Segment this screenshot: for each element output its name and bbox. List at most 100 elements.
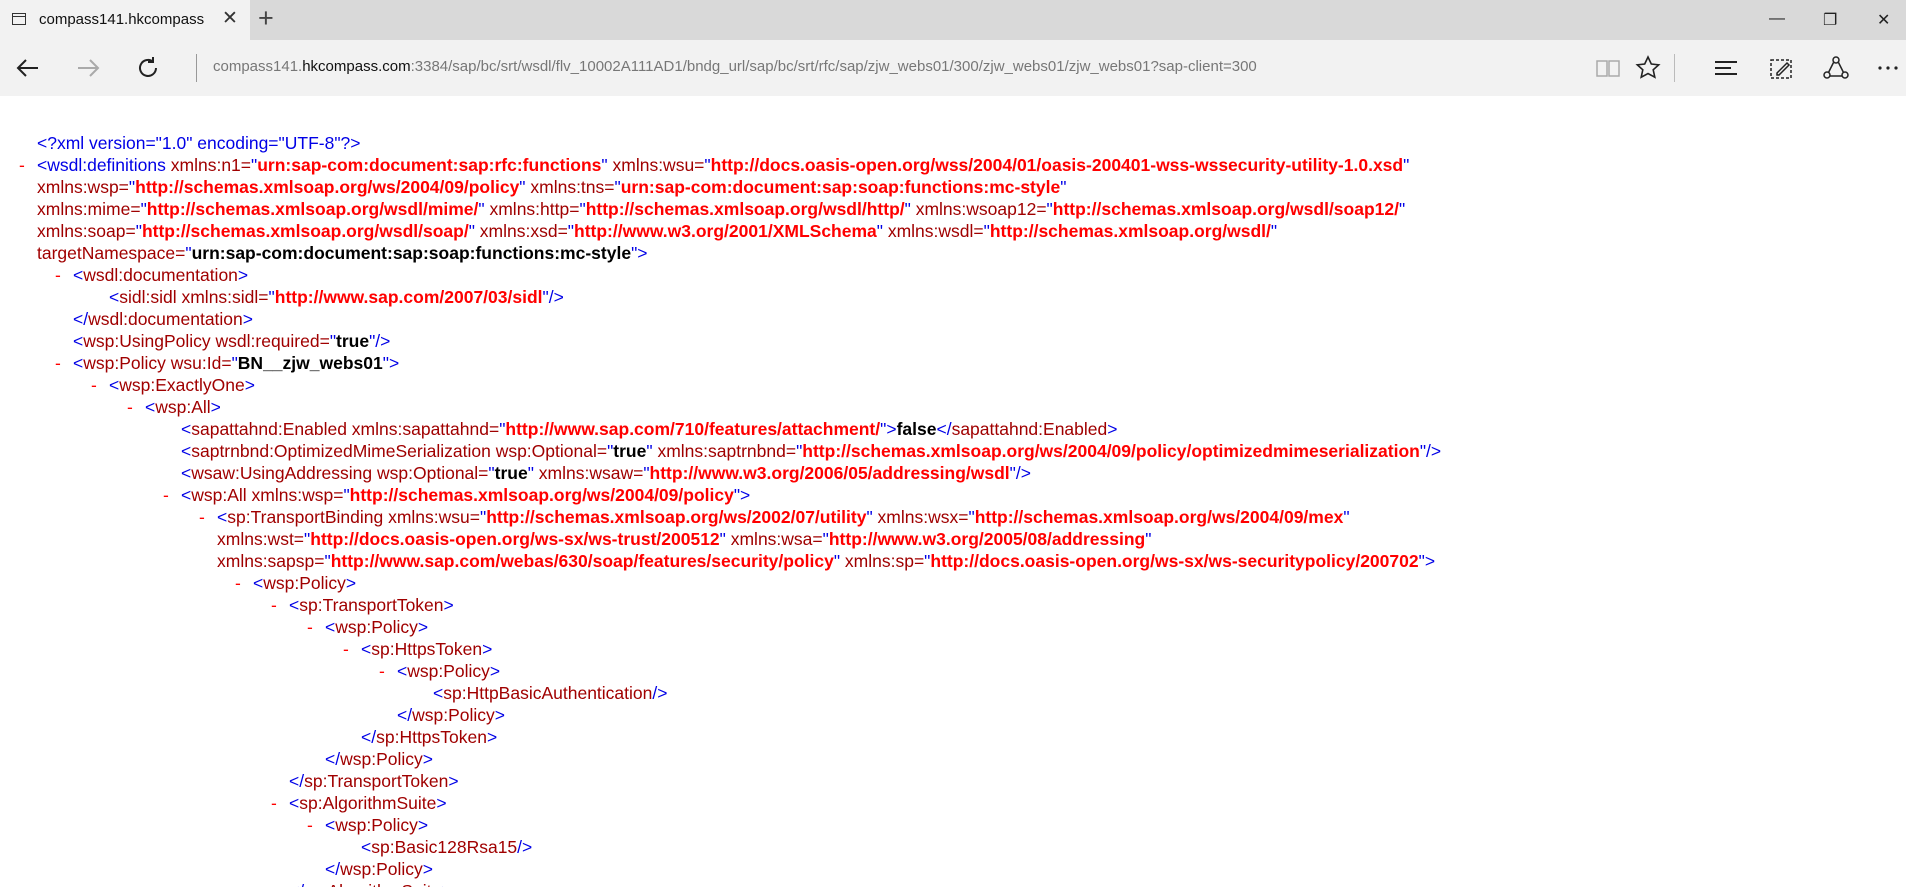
collapse-toggle[interactable]: -: [91, 374, 97, 396]
collapse-toggle[interactable]: -: [19, 154, 25, 176]
tab-bar: compass141.hkcompass ✕ + — ❐ ✕: [0, 0, 1906, 40]
tab-active[interactable]: compass141.hkcompass ✕: [0, 0, 250, 40]
xml-token: sp:HttpsToken: [376, 727, 487, 747]
toolbar-separator: [1674, 54, 1675, 82]
xml-token: >: [436, 793, 447, 813]
collapse-toggle[interactable]: -: [307, 814, 313, 836]
xml-token: ": [833, 551, 845, 571]
xml-line: - <wsp:Policy>: [0, 660, 1906, 682]
xml-token: </: [325, 859, 341, 879]
collapse-toggle[interactable]: -: [343, 638, 349, 660]
more-icon[interactable]: [1872, 52, 1904, 84]
xml-token: </: [325, 749, 341, 769]
xml-token: http://schemas.xmlsoap.org/ws/2004/09/po…: [135, 177, 520, 197]
xml-token: xmlns:wsoap12=: [915, 199, 1047, 219]
favorite-star-icon[interactable]: [1632, 52, 1664, 84]
restore-icon[interactable]: ❐: [1823, 10, 1837, 30]
xml-token: <: [109, 375, 120, 395]
xml-token: false: [896, 419, 937, 439]
xml-token: sapattahnd:Enabled: [951, 419, 1108, 439]
xml-token: wsdl:required=: [215, 331, 330, 351]
collapse-toggle[interactable]: -: [55, 352, 61, 374]
xml-token: <: [289, 793, 300, 813]
xml-token: >: [441, 881, 451, 887]
xml-token: "/>: [1419, 441, 1442, 461]
xml-token: ": [1145, 529, 1152, 549]
xml-token: <: [181, 419, 192, 439]
minimize-icon[interactable]: —: [1769, 10, 1785, 28]
tab-close-icon[interactable]: ✕: [222, 9, 238, 28]
xml-line: <sp:HttpBasicAuthentication/>: [0, 682, 1906, 704]
collapse-toggle[interactable]: -: [199, 506, 205, 528]
xml-line: xmlns:wst="http://docs.oasis-open.org/ws…: [0, 528, 1906, 550]
back-icon[interactable]: [12, 52, 44, 84]
xml-token: <: [73, 353, 84, 373]
xml-token: >: [443, 595, 454, 615]
collapse-toggle[interactable]: -: [271, 792, 277, 814]
xml-token: <: [217, 507, 228, 527]
xml-token: ": [478, 199, 490, 219]
new-tab-icon[interactable]: +: [258, 5, 274, 32]
collapse-toggle[interactable]: -: [235, 572, 241, 594]
xml-token: wsp:Optional=: [377, 463, 489, 483]
xml-line: targetNamespace="urn:sap-com:document:sa…: [0, 242, 1906, 264]
xml-line: xmlns:mime="http://schemas.xmlsoap.org/w…: [0, 198, 1906, 220]
xml-token: xmlns:xsd=: [479, 221, 568, 241]
close-window-icon[interactable]: ✕: [1877, 10, 1890, 30]
xml-token: >: [242, 309, 253, 329]
xml-token: >: [482, 639, 493, 659]
xml-token: <wsdl:definitions: [37, 155, 171, 175]
xml-token: http://schemas.xmlsoap.org/wsdl/mime/: [146, 199, 479, 219]
xml-token: ": [1398, 199, 1406, 219]
xml-token: wsaw:UsingAddressing: [191, 463, 378, 483]
xml-token: xmlns:wsa=: [730, 529, 823, 549]
xml-token: http://docs.oasis-open.org/wss/2004/01/o…: [710, 155, 1404, 175]
xml-token: </: [397, 705, 413, 725]
xml-token: <: [181, 485, 192, 505]
web-note-icon[interactable]: [1765, 52, 1797, 84]
xml-token: xmlns:sp=: [844, 551, 925, 571]
xml-token: http://www.sap.com/710/features/attachme…: [505, 419, 881, 439]
xml-token: <: [181, 463, 192, 483]
collapse-toggle[interactable]: -: [127, 396, 133, 418]
xml-line: <sapattahnd:Enabled xmlns:sapattahnd="ht…: [0, 418, 1906, 440]
refresh-icon[interactable]: [132, 52, 164, 84]
reading-view-icon[interactable]: [1592, 52, 1624, 84]
xml-token: >: [494, 705, 505, 725]
xml-token: ": [1343, 507, 1350, 527]
xml-token: http://www.sap.com/webas/630/soap/featur…: [330, 551, 834, 571]
xml-token: wsp:Policy: [340, 749, 423, 769]
xml-token: >: [422, 859, 433, 879]
xml-token: http://schemas.xmlsoap.org/ws/2004/09/po…: [349, 485, 734, 505]
xml-line: </sp:AlgorithmSuite>: [0, 880, 1906, 887]
xml-token: wsp:All: [155, 397, 211, 417]
xml-line: <sidl:sidl xmlns:sidl="http://www.sap.co…: [0, 286, 1906, 308]
hub-icon[interactable]: [1710, 52, 1742, 84]
xml-token: >: [210, 397, 221, 417]
xml-token: "/>: [1009, 463, 1031, 483]
collapse-toggle[interactable]: -: [55, 264, 61, 286]
xml-token: xmlns:soap=: [37, 221, 136, 241]
xml-line: <sp:Basic128Rsa15/>: [0, 836, 1906, 858]
xml-token: >: [345, 573, 357, 593]
xml-token: wsp:Policy: [83, 353, 171, 373]
xml-token: urn:sap-com:document:sap:rfc:functions: [257, 155, 602, 175]
xml-token: sidl:sidl: [119, 287, 182, 307]
address-path: :3384/sap/bc/srt/wsdl/flv_10002A111AD1/b…: [410, 58, 1257, 75]
xml-token: http://schemas.xmlsoap.org/ws/2004/09/me…: [974, 507, 1344, 527]
address-bar[interactable]: compass141.hkcompass.com:3384/sap/bc/srt…: [213, 58, 1257, 75]
collapse-toggle[interactable]: -: [379, 660, 385, 682]
xml-token: xmlns:sapsp=: [217, 551, 325, 571]
collapse-toggle[interactable]: -: [163, 484, 169, 506]
xml-line: - <sp:HttpsToken>: [0, 638, 1906, 660]
navigation-bar: compass141.hkcompass.com:3384/sap/bc/srt…: [0, 40, 1906, 96]
collapse-toggle[interactable]: -: [271, 594, 277, 616]
forward-icon[interactable]: [72, 52, 104, 84]
xml-token: </: [361, 727, 377, 747]
share-icon[interactable]: [1820, 52, 1852, 84]
xml-token: wsp:UsingPolicy: [83, 331, 216, 351]
xml-token: true: [336, 331, 370, 351]
collapse-toggle[interactable]: -: [307, 616, 313, 638]
xml-line: </wsp:Policy>: [0, 748, 1906, 770]
xml-token: wsp:Policy: [335, 815, 418, 835]
